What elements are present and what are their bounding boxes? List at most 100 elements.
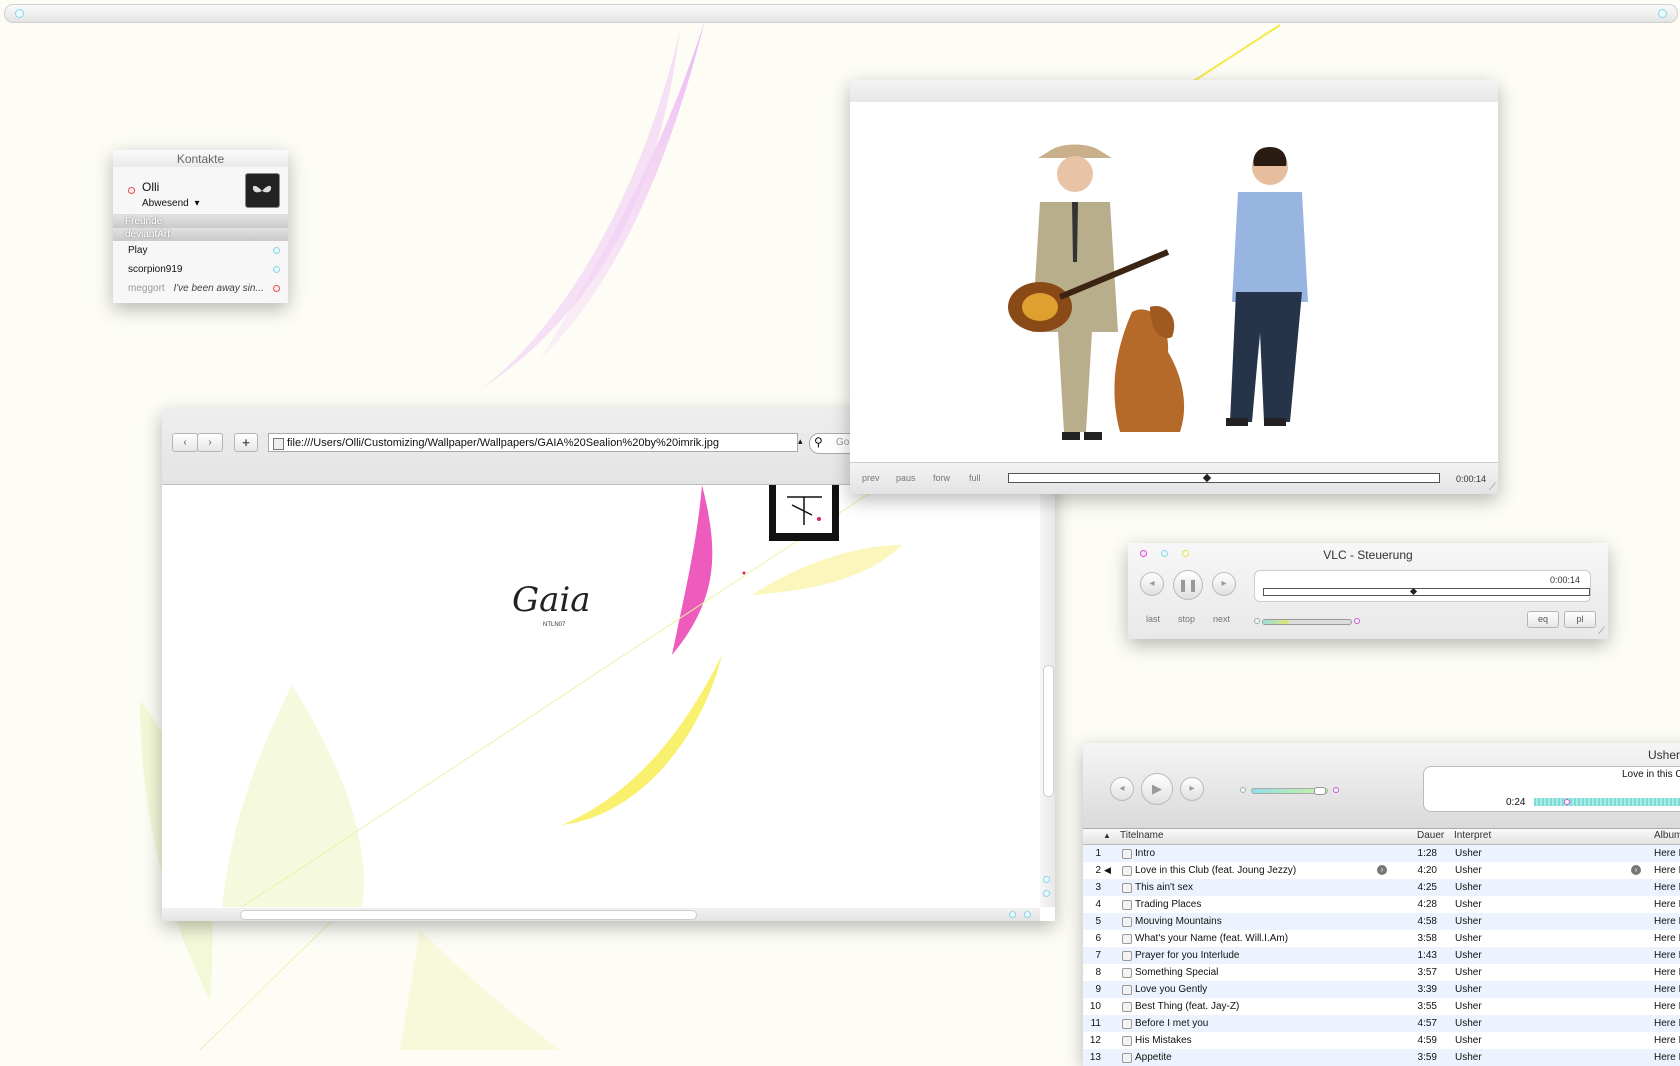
- table-row[interactable]: 9 Love you Gently 3:39 Usher Here I: [1083, 981, 1680, 998]
- track-number: 6: [1095, 933, 1101, 944]
- track-checkbox[interactable]: [1122, 883, 1132, 893]
- column-header-artist[interactable]: Interpret: [1454, 830, 1491, 841]
- table-row[interactable]: 4 Trading Places 4:28 Usher Here I: [1083, 896, 1680, 913]
- add-bookmark-button[interactable]: +: [234, 433, 258, 452]
- contact-message: I've been away sin...: [173, 283, 264, 294]
- next-label: next: [1213, 614, 1231, 624]
- column-header-duration[interactable]: Dauer: [1417, 830, 1444, 841]
- track-title: Something Special: [1135, 967, 1219, 978]
- lcd-display: Love in this C 0:24: [1423, 766, 1680, 812]
- table-row[interactable]: 10 Best Thing (feat. Jay-Z) 3:55 Usher Here …: [1083, 998, 1680, 1015]
- table-row[interactable]: 7 Prayer for you Interlude 1:43 Usher Here I: [1083, 947, 1680, 964]
- vertical-scrollbar[interactable]: [1040, 485, 1055, 907]
- table-row[interactable]: 3 This ain't sex 4:25 Usher Here I: [1083, 879, 1680, 896]
- group-header-deviantart[interactable]: deviantArt: [113, 228, 288, 241]
- volume-knob[interactable]: [1314, 787, 1326, 795]
- track-checkbox[interactable]: [1122, 968, 1132, 978]
- track-checkbox[interactable]: [1122, 849, 1132, 859]
- track-checkbox[interactable]: [1122, 1002, 1132, 1012]
- table-row[interactable]: 12 His Mistakes 4:59 Usher Here I: [1083, 1032, 1680, 1049]
- track-album: Here I: [1654, 1001, 1680, 1012]
- avatar[interactable]: [245, 173, 280, 208]
- seek-knob[interactable]: [1409, 587, 1417, 596]
- scroll-down-icon[interactable]: [1043, 890, 1050, 897]
- column-sort-icon[interactable]: ▲: [1103, 831, 1111, 840]
- table-row[interactable]: 6 What's your Name (feat. Will.I.Am) 3:58 U…: [1083, 930, 1680, 947]
- track-album: Here I: [1654, 1035, 1680, 1046]
- progress-knob[interactable]: [1564, 799, 1570, 805]
- video-frame: [850, 102, 1498, 463]
- progress-bar[interactable]: [1534, 798, 1680, 806]
- scrollbar-thumb[interactable]: [1043, 665, 1054, 797]
- eq-button[interactable]: eq: [1527, 611, 1559, 628]
- back-button[interactable]: ‹: [172, 433, 198, 452]
- fullscreen-button[interactable]: full: [969, 473, 981, 483]
- play-button[interactable]: ▶: [1141, 773, 1173, 805]
- scroll-up-icon[interactable]: [1043, 876, 1050, 883]
- pause-button[interactable]: ❚❚: [1173, 570, 1203, 600]
- table-row[interactable]: 5 Mouving Mountains 4:58 Usher Here I: [1083, 913, 1680, 930]
- contact-item[interactable]: Play: [113, 241, 288, 260]
- prev-button[interactable]: prev: [862, 473, 880, 483]
- track-checkbox[interactable]: [1122, 1053, 1132, 1063]
- track-album: Here I: [1654, 967, 1680, 978]
- status-select[interactable]: Abwesend ▾: [142, 198, 200, 209]
- forward-button[interactable]: forw: [933, 473, 950, 483]
- track-checkbox[interactable]: [1122, 917, 1132, 927]
- window-title[interactable]: Kontakte: [113, 150, 288, 167]
- contact-item[interactable]: scorpion919: [113, 260, 288, 279]
- next-button[interactable]: ▸: [1180, 777, 1204, 801]
- scrollbar-thumb[interactable]: [240, 910, 697, 920]
- title-bar[interactable]: [850, 80, 1498, 102]
- track-artist: Usher: [1455, 967, 1482, 978]
- track-artist: Usher: [1455, 933, 1482, 944]
- track-artist: Usher: [1455, 865, 1482, 876]
- menubar-right-icon[interactable]: [1658, 9, 1667, 18]
- track-number: 1: [1095, 848, 1101, 859]
- track-title: Appetite: [1135, 1052, 1172, 1063]
- forward-button[interactable]: ›: [197, 433, 223, 452]
- chevron-up-icon[interactable]: ▴: [798, 436, 803, 447]
- pause-button[interactable]: paus: [896, 473, 916, 483]
- search-placeholder: Go: [836, 437, 850, 448]
- track-checkbox[interactable]: [1122, 1036, 1132, 1046]
- seek-bar[interactable]: [1263, 587, 1590, 596]
- table-row[interactable]: 8 Something Special 3:57 Usher Here I: [1083, 964, 1680, 981]
- table-row[interactable]: 2 Love in this Club (feat. Joung Jezzy) 4:…: [1083, 862, 1680, 879]
- scroll-right-icon[interactable]: [1024, 911, 1031, 918]
- volume-slider[interactable]: [1262, 619, 1352, 625]
- previous-button[interactable]: ◂: [1110, 777, 1134, 801]
- contact-item[interactable]: meggort I've been away sin...: [113, 279, 288, 298]
- seek-bar[interactable]: [1008, 473, 1440, 483]
- column-header-album[interactable]: Album: [1654, 830, 1680, 841]
- track-checkbox[interactable]: [1122, 1019, 1132, 1029]
- table-row[interactable]: 13 Appetite 3:59 Usher Here I: [1083, 1049, 1680, 1066]
- address-field[interactable]: file:///Users/Olli/Customizing/Wallpaper…: [268, 433, 798, 452]
- volume-slider[interactable]: [1251, 787, 1328, 795]
- menubar-left-icon[interactable]: [15, 9, 24, 18]
- resize-grip-icon[interactable]: ⟋: [1598, 626, 1605, 637]
- track-checkbox[interactable]: [1122, 985, 1132, 995]
- track-album: Here I: [1654, 882, 1680, 893]
- track-checkbox[interactable]: [1122, 934, 1132, 944]
- table-row[interactable]: 1 Intro 1:28 Usher Here I: [1083, 845, 1680, 862]
- track-checkbox[interactable]: [1122, 900, 1132, 910]
- track-title: Intro: [1135, 848, 1156, 859]
- playlist-button[interactable]: pl: [1564, 611, 1596, 628]
- track-duration: 3:59: [1417, 1052, 1437, 1063]
- track-checkbox[interactable]: [1122, 951, 1132, 961]
- track-checkbox[interactable]: [1122, 866, 1132, 876]
- track-artist: Usher: [1455, 950, 1482, 961]
- arrow-link-icon[interactable]: ›: [1631, 865, 1641, 875]
- image-caption: NTLN07: [543, 622, 566, 628]
- seek-knob[interactable]: [1202, 473, 1212, 483]
- resize-grip-icon[interactable]: ⟋: [1489, 482, 1496, 493]
- horizontal-scrollbar[interactable]: [162, 908, 1040, 921]
- group-header-freunde[interactable]: Freunde: [113, 215, 288, 228]
- previous-button[interactable]: ◂: [1140, 572, 1164, 596]
- column-header-title[interactable]: Titelname: [1120, 830, 1164, 841]
- next-button[interactable]: ▸: [1212, 572, 1236, 596]
- arrow-link-icon[interactable]: ›: [1377, 865, 1387, 875]
- table-row[interactable]: 11 Before I met you 4:57 Usher Here I: [1083, 1015, 1680, 1032]
- scroll-left-icon[interactable]: [1009, 911, 1016, 918]
